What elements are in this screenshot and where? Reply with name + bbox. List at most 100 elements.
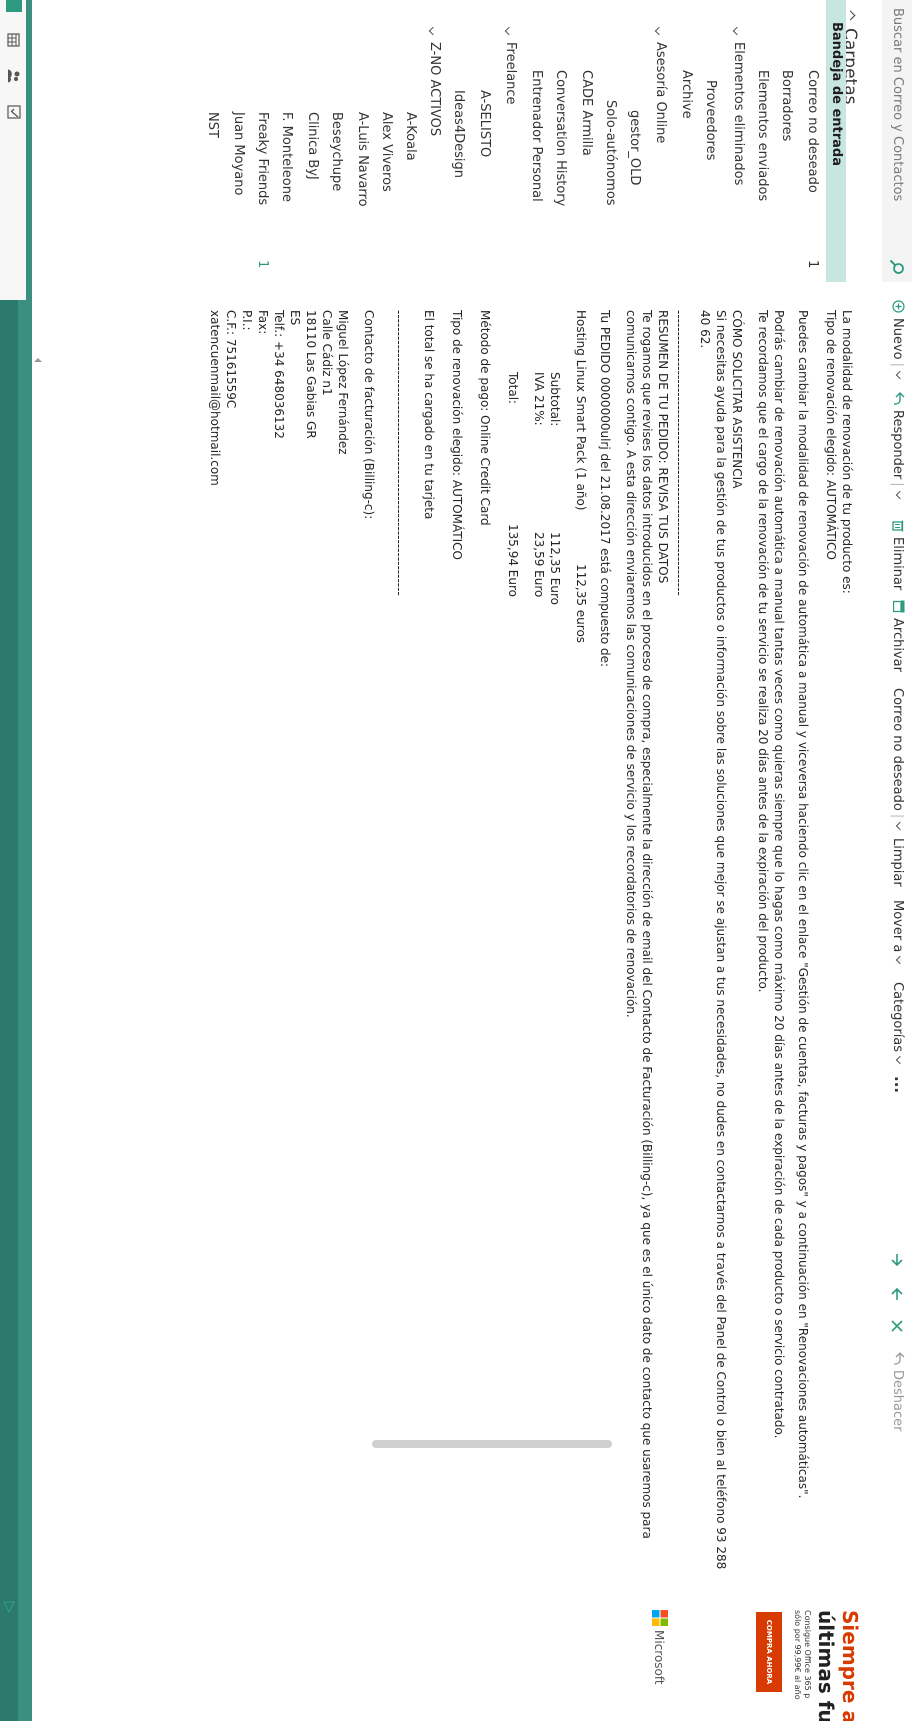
ad-title-line-1: Siempre al xyxy=(838,1610,862,1721)
search-icon[interactable] xyxy=(888,258,906,276)
folder-label: A-Luis Navarro xyxy=(355,112,370,207)
folder-label: A-SELISTO xyxy=(477,90,492,158)
folder-label: Borradores xyxy=(779,70,794,142)
folder-label: Clinica ByJ xyxy=(305,112,320,180)
email-body-line: Tipo de renovación elegido: AUTOMÁTICO xyxy=(450,310,464,560)
categories-button[interactable]: Categorías xyxy=(890,982,905,1065)
divider-line: ----------------------------------------… xyxy=(392,310,406,596)
sidebar-folder-f-monteleone[interactable]: F. Monteleone xyxy=(276,0,296,282)
search-box[interactable]: Buscar en Correo y Contactos xyxy=(882,0,912,282)
sidebar-folder-alex-viveros[interactable]: Alex Viveros xyxy=(376,0,396,282)
sidebar-folder-asesoría-online[interactable]: Asesoría Online xyxy=(650,0,670,282)
folder-label: Solo-autónomos xyxy=(603,100,618,206)
folder-label: Freaky Friends xyxy=(255,112,270,206)
sidebar-folder-z-no-activos[interactable]: Z-NO ACTIVOS xyxy=(424,0,444,282)
chevron-down-icon xyxy=(895,370,905,380)
chevron-down-icon[interactable] xyxy=(732,26,742,36)
folder-label: A-Koala xyxy=(403,112,418,161)
ad-subtitle-line-2: sólo por 99,99€ al año xyxy=(793,1610,802,1700)
sidebar-folder-archive[interactable]: Archive xyxy=(676,0,696,282)
sidebar-folder-freaky-friends[interactable]: Freaky Friends 1 xyxy=(252,0,272,282)
search-input[interactable]: Buscar en Correo y Contactos xyxy=(890,8,905,201)
arrow-left-icon[interactable] xyxy=(889,1286,905,1302)
archive-button[interactable]: Archivar xyxy=(890,600,905,672)
sidebar-folder-elementos-enviados[interactable]: Elementos enviados xyxy=(752,0,772,282)
more-icon: ... xyxy=(891,1076,909,1094)
email-body-line: comunicarnos contigo. A esta dirección e… xyxy=(624,310,638,1018)
sidebar-folder-solo-autónomos[interactable]: Solo-autónomos xyxy=(600,0,620,282)
arrow-right-icon[interactable] xyxy=(889,1252,905,1268)
folder-label: Freelance xyxy=(503,42,518,105)
folder-label: Ideas4Design xyxy=(451,90,466,178)
command-bar: Buscar en Correo y Contactos Nuevo| Resp… xyxy=(882,0,912,1721)
ad-choices-icon[interactable] xyxy=(2,1600,16,1614)
sidebar-folder-a-luis-navarro[interactable]: A-Luis Navarro xyxy=(352,0,372,282)
sidebar-folder-juan-moyano[interactable]: Juan Moyano xyxy=(228,0,248,282)
sidebar-folder-entrenador-personal[interactable]: Entrenador Personal xyxy=(526,0,546,282)
sidebar-folder-correo-no-deseado[interactable]: Correo no deseado 1 xyxy=(802,0,822,282)
move-to-label: Mover a xyxy=(890,900,905,953)
reply-icon xyxy=(893,392,905,405)
folder-label: Entrenador Personal xyxy=(529,70,544,202)
chevron-down-icon[interactable] xyxy=(654,26,664,36)
divider-line: ----------------------------------------… xyxy=(672,310,686,596)
sidebar-folder-gestor-old[interactable]: gestor_OLD xyxy=(624,0,644,282)
email-body-line: Subtotal: xyxy=(548,372,562,427)
sweep-label: Limpiar xyxy=(890,838,905,887)
junk-button[interactable]: Correo no deseado| xyxy=(890,688,905,831)
reading-pane: La modalidad de renovación de tu product… xyxy=(22,292,882,1582)
sidebar-folder-cade-armilla[interactable]: CADE Armilla xyxy=(576,0,596,282)
chevron-down-icon[interactable] xyxy=(428,26,438,36)
sidebar-folder-a-koala[interactable]: A-Koala xyxy=(400,0,420,282)
reply-button[interactable]: Responder| xyxy=(890,392,905,499)
horizontal-scrollbar-thumb[interactable] xyxy=(372,1440,612,1448)
ad-subtitle-line-1: Consigue Office 365 p xyxy=(803,1610,812,1699)
email-body-line: xatencuenmail@hotmail.com xyxy=(208,310,222,486)
email-body-line: Total: xyxy=(506,372,520,405)
email-body-line: Podrás cambiar de renovación automática … xyxy=(772,310,786,1439)
sidebar-folder-ideas4design[interactable]: Ideas4Design xyxy=(448,0,468,282)
archive-label: Archivar xyxy=(890,618,905,672)
folder-label: Proveedores xyxy=(703,80,718,161)
new-label: Nuevo xyxy=(890,318,905,360)
new-button[interactable]: Nuevo| xyxy=(890,300,905,380)
sidebar-folder-conversation-history[interactable]: Conversation History xyxy=(550,0,570,282)
chevron-up-icon[interactable] xyxy=(845,10,856,21)
ad-buy-now-button[interactable]: COMPRA AHORA xyxy=(756,1612,782,1692)
categories-label: Categorías xyxy=(890,982,905,1053)
email-body-line: Hosting Linux Smart Pack (1 año) xyxy=(574,310,588,511)
folder-label: gestor_OLD xyxy=(627,110,642,186)
undo-button[interactable]: Deshacer xyxy=(890,1352,905,1431)
plus-icon xyxy=(892,300,905,313)
scroll-left-arrow[interactable] xyxy=(34,358,42,362)
sidebar-folder-proveedores[interactable]: Proveedores xyxy=(700,0,720,282)
email-body-line: 112,35 euros xyxy=(574,564,588,644)
sweep-button[interactable]: Limpiar xyxy=(890,838,905,887)
reply-label: Responder xyxy=(890,410,905,480)
email-body-line: IVA 21%: xyxy=(532,372,546,426)
more-options-button[interactable]: ... xyxy=(891,1076,909,1093)
sidebar-folder-bandeja-de-entrada[interactable]: Bandeja de entrada xyxy=(826,0,846,282)
sidebar-folder-borradores[interactable]: Borradores xyxy=(776,0,796,282)
folder-label: Alex Viveros xyxy=(379,112,394,192)
sidebar-folder-nst[interactable]: NST xyxy=(202,0,222,282)
folder-label: NST xyxy=(205,112,220,138)
email-body-line: P.I.: xyxy=(240,310,254,331)
chevron-down-icon xyxy=(895,821,905,831)
delete-label: Eliminar xyxy=(890,537,905,591)
email-body-line: RESUMEN DE TU PEDIDO: REVISA TUS DATOS xyxy=(656,310,670,584)
sidebar-folder-a-selisto[interactable]: A-SELISTO xyxy=(474,0,494,282)
sidebar-folder-freelance[interactable]: Freelance xyxy=(500,0,520,282)
close-icon[interactable] xyxy=(889,1318,905,1334)
move-to-button[interactable]: Mover a xyxy=(890,900,905,965)
delete-button[interactable]: Eliminar xyxy=(890,520,905,590)
sidebar-folder-elementos-eliminados[interactable]: Elementos eliminados xyxy=(728,0,748,282)
email-body-line: Telf.: +34 648036132 xyxy=(272,310,286,439)
sidebar-folder-clinica-byj[interactable]: Clinica ByJ xyxy=(302,0,322,282)
folder-label: Bandeja de entrada xyxy=(829,22,844,167)
chevron-down-icon[interactable] xyxy=(504,26,514,36)
ad-panel[interactable]: Siempre al últimas fu Consigue Office 36… xyxy=(32,1598,862,1721)
email-body-line: CÓMO SOLICITAR ASISTENCIA xyxy=(730,310,744,489)
sidebar-folder-beseychupe[interactable]: Beseychupe xyxy=(326,0,346,282)
undo-label: Deshacer xyxy=(890,1370,905,1432)
